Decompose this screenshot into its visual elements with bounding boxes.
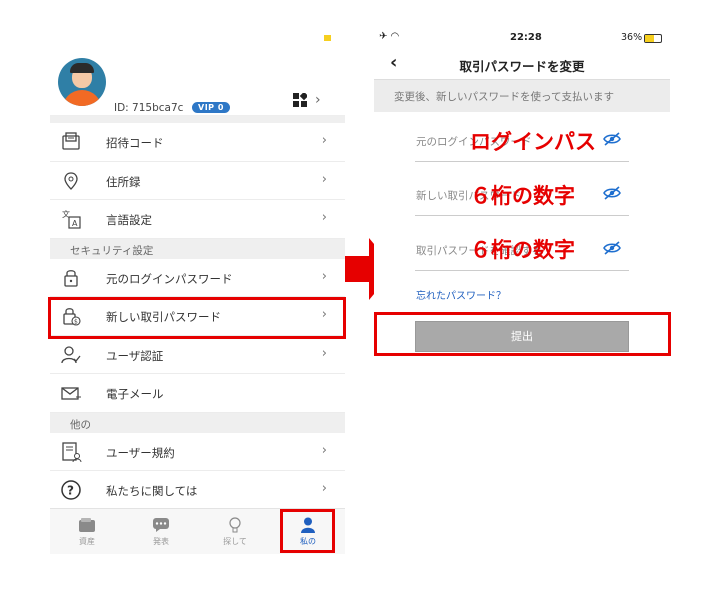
menu-label: 電子メール [106,387,164,401]
hint-text: 変更後、新しいパスワードを使って支払います [374,80,670,112]
svg-text:文: 文 [62,209,70,219]
menu-item-original-login-password[interactable]: 元のログインパスワード › [50,258,345,297]
page-title: 取引パスワードを変更 [459,59,585,74]
menu-item-email[interactable]: 電子メール [50,374,345,413]
annotation-login-pass: ログインパス [470,130,596,154]
lock-icon [64,269,78,287]
nav-bar: ‹ 取引パスワードを変更 [374,48,670,80]
vip-badge: VIP 0 [192,102,230,113]
menu-label: ユーザ認証 [106,348,164,363]
airplane-wifi-icon: ✈ ◠ [379,31,400,42]
chevron-right-icon[interactable]: › [315,92,321,108]
chevron-right-icon: › [321,210,327,225]
menu-label: 住所録 [106,174,141,189]
account-screen: ID: 715bca7c VIP 0 › 招待コード › 住所録 › A文 言語… [50,28,345,554]
chat-icon [153,518,169,532]
section-header-security: セキュリティ設定 [50,238,345,259]
tab-assets[interactable]: 資産 [50,509,124,554]
avatar[interactable] [58,58,106,106]
status-time: 22:28 [510,32,542,43]
tab-label: 資産 [79,537,95,546]
battery-icon [324,35,331,41]
status-bar [50,28,345,48]
tab-publish[interactable]: 発表 [124,509,198,554]
menu-item-user-verification[interactable]: ユーザ認証 › [50,335,345,374]
user-check-icon [61,345,81,363]
menu-item-invite-code[interactable]: 招待コード › [50,123,345,162]
chevron-right-icon: › [321,268,327,284]
divider [50,116,345,123]
menu-label: 招待コード [106,136,164,150]
eye-slash-icon[interactable] [603,186,621,200]
highlight-submit-button [374,312,671,356]
menu-item-user-agreement[interactable]: ユーザー規約 › [50,432,345,471]
qr-code-icon[interactable] [293,93,307,107]
menu-item-address-book[interactable]: 住所録 › [50,161,345,200]
envelope-icon [61,387,81,400]
tab-label: 探して [223,537,247,546]
menu-label: ユーザー規約 [106,445,175,460]
svg-text:A: A [72,219,78,228]
annotation-six-digits: ６桁の数字 [470,238,575,262]
svg-text:?: ? [67,484,74,498]
highlight-tab-me [280,509,335,553]
location-pin-icon [64,171,78,190]
menu-label: 言語設定 [106,213,152,227]
menu-item-about-us[interactable]: ? 私たちに関しては › [50,471,345,510]
chevron-right-icon: › [321,171,327,187]
change-trade-password-screen: ✈ ◠ 22:28 36% ‹ 取引パスワードを変更 変更後、新しいパスワードを… [374,28,670,554]
eye-slash-icon[interactable] [603,241,621,255]
highlight-new-trade-password [48,297,346,339]
invite-card-icon [62,132,80,150]
annotation-six-digits: ６桁の数字 [470,184,575,208]
menu-label: 私たちに関しては [106,484,198,498]
status-bar: ✈ ◠ 22:28 36% [374,28,670,48]
profile-header[interactable]: ID: 715bca7c VIP 0 › [50,48,345,116]
username-redacted [160,82,284,98]
lightbulb-icon [229,517,241,533]
tab-label: 発表 [153,537,169,546]
battery-percent: 36% [621,32,643,43]
forgot-password-link[interactable]: 忘れたパスワード？ [416,287,506,302]
language-icon: A文 [62,209,81,229]
section-header-other: 他の [50,412,345,433]
user-id: ID: 715bca7c [114,102,184,114]
wallet-icon [79,518,95,532]
chevron-right-icon: › [321,345,327,361]
chevron-right-icon: › [321,442,327,458]
question-circle-icon: ? [61,480,81,500]
document-user-icon [62,441,82,462]
chevron-right-icon: › [321,481,327,496]
menu-label: 元のログインパスワード [106,271,233,286]
tab-explore[interactable]: 探して [198,509,272,554]
menu-item-language-settings[interactable]: A文 言語設定 › [50,200,345,239]
chevron-right-icon: › [321,133,327,148]
eye-slash-icon[interactable] [603,132,621,146]
battery-icon [644,34,662,43]
